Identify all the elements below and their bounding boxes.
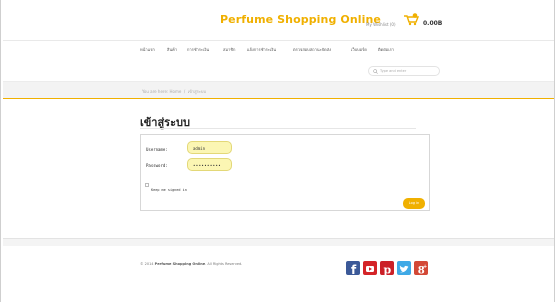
title-divider bbox=[140, 128, 416, 129]
keep-signed-in-checkbox[interactable] bbox=[145, 183, 149, 187]
search-icon bbox=[373, 69, 378, 74]
main-nav: หน้าแรก สินค้า การชำระเงิน สมาชิก แจ้งกา… bbox=[1, 46, 555, 54]
keep-signed-in-label[interactable]: Keep me signed in bbox=[151, 188, 187, 192]
svg-text:+: + bbox=[423, 264, 427, 270]
nav-item-products[interactable]: สินค้า bbox=[167, 46, 177, 53]
copyright-year: © 2014 bbox=[140, 262, 154, 266]
username-field[interactable]: admin bbox=[187, 141, 232, 154]
copyright-rights: . All Rights Reserved. bbox=[205, 262, 243, 266]
login-form: Username: admin Password: •••••••••• Kee… bbox=[140, 134, 430, 211]
breadcrumb-separator: / bbox=[183, 89, 186, 94]
youtube-icon[interactable] bbox=[363, 261, 377, 275]
pinterest-icon[interactable]: p bbox=[380, 261, 394, 277]
search-input[interactable]: Type and enter bbox=[368, 66, 440, 76]
header-divider bbox=[3, 40, 554, 41]
svg-text:p: p bbox=[384, 264, 392, 277]
password-field[interactable]: •••••••••• bbox=[187, 158, 232, 171]
copyright-site-name[interactable]: Perfume Shopping Online bbox=[155, 262, 206, 266]
svg-text:f: f bbox=[351, 263, 357, 276]
search-placeholder: Type and enter bbox=[380, 69, 407, 73]
nav-item-home[interactable]: หน้าแรก bbox=[140, 46, 155, 53]
facebook-icon[interactable]: f bbox=[346, 261, 360, 277]
nav-item-shipping-status[interactable]: ตรวจสอบสถานะจัดส่ง bbox=[293, 46, 331, 53]
footer-band bbox=[3, 239, 554, 246]
cart-icon[interactable] bbox=[403, 13, 419, 26]
login-button[interactable]: Log in bbox=[403, 198, 425, 209]
nav-item-members[interactable]: สมาชิก bbox=[223, 46, 235, 53]
nav-item-payment-notice[interactable]: แจ้งการชำระเงิน bbox=[247, 46, 276, 53]
accent-divider bbox=[3, 98, 554, 99]
breadcrumb-current: เข้าสู่ระบบ bbox=[187, 89, 206, 94]
wishlist-link[interactable]: My Wishlist (0) bbox=[366, 22, 396, 27]
breadcrumb-bar: You are here: Home / เข้าสู่ระบบ bbox=[3, 81, 554, 98]
password-label: Password: bbox=[146, 163, 168, 168]
nav-item-contact[interactable]: ติดต่อเรา bbox=[378, 46, 394, 53]
username-label: Username: bbox=[146, 147, 168, 152]
breadcrumb-home[interactable]: You are here: Home bbox=[142, 89, 181, 94]
breadcrumb: You are here: Home / เข้าสู่ระบบ bbox=[142, 88, 206, 95]
site-title[interactable]: Perfume Shopping Online bbox=[220, 13, 381, 26]
googleplus-icon[interactable]: 8 + bbox=[414, 261, 428, 277]
copyright: © 2014 Perfume Shopping Online. All Righ… bbox=[140, 262, 242, 266]
cart-total[interactable]: 0.00B bbox=[423, 20, 442, 27]
twitter-icon[interactable] bbox=[397, 261, 411, 275]
nav-item-webboard[interactable]: เว็บบอร์ด bbox=[351, 46, 367, 53]
nav-item-payment[interactable]: การชำระเงิน bbox=[187, 46, 209, 53]
page-frame: Perfume Shopping Online My Wishlist (0) … bbox=[0, 0, 555, 302]
